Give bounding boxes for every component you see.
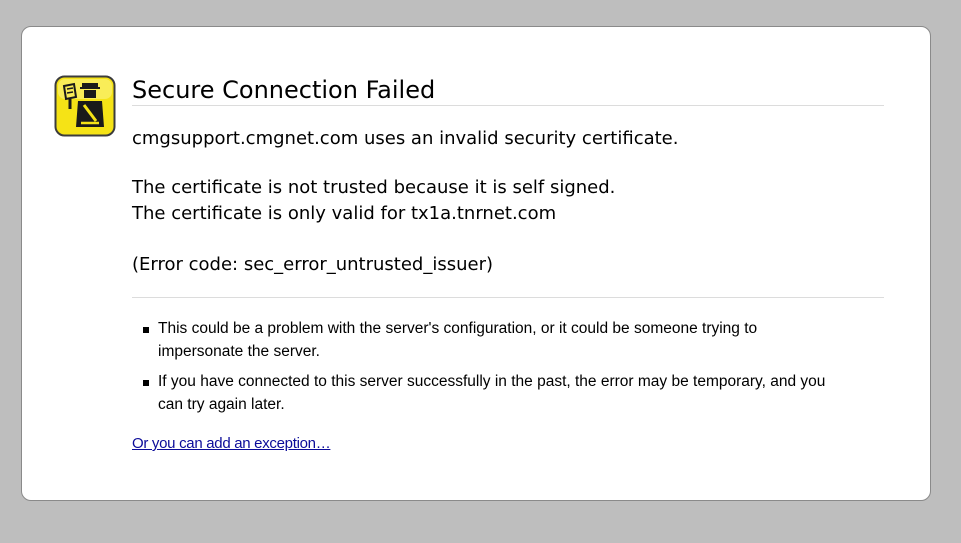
security-officer-icon: [54, 75, 116, 137]
advice-list: This could be a problem with the server'…: [132, 318, 832, 424]
bullet-icon: [143, 327, 149, 333]
list-item-text: If you have connected to this server suc…: [158, 373, 826, 413]
page-title: Secure Connection Failed: [132, 74, 884, 106]
error-page-container: Secure Connection Failed cmgsupport.cmgn…: [21, 26, 931, 501]
separator: [132, 297, 884, 298]
list-item: This could be a problem with the server'…: [132, 318, 832, 363]
detail-not-trusted: The certificate is not trusted because i…: [132, 177, 616, 198]
list-item: If you have connected to this server suc…: [132, 371, 832, 416]
add-exception-link[interactable]: Or you can add an exception…: [132, 434, 331, 454]
bullet-icon: [143, 380, 149, 386]
detail-valid-for: The certificate is only valid for tx1a.t…: [132, 203, 557, 224]
short-description: cmgsupport.cmgnet.com uses an invalid se…: [132, 128, 679, 149]
list-item-text: This could be a problem with the server'…: [158, 320, 758, 360]
error-code: (Error code: sec_error_untrusted_issuer): [132, 254, 494, 275]
